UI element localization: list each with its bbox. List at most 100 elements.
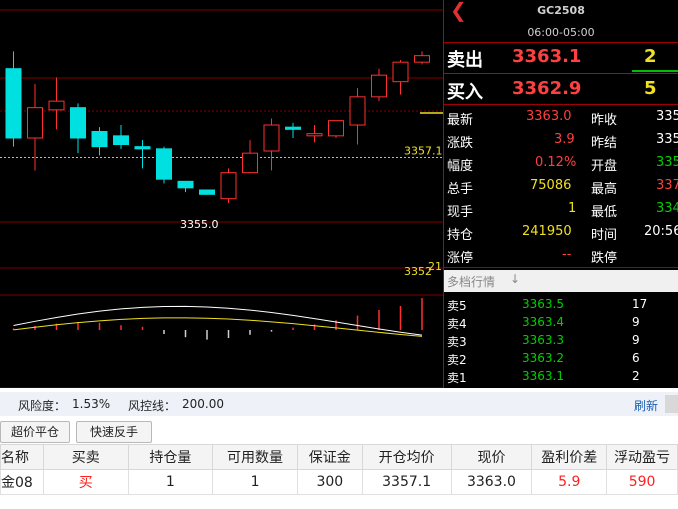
candle-body [306,133,323,137]
depth-label: 卖3 [447,335,467,349]
quote-row-pct: 幅度 0.12% 开盘 335 [444,152,678,175]
limit-up-label: 涨停 [447,251,474,266]
candle-body [177,180,194,189]
high-value: 337 [656,178,678,193]
risk-bar: 风险度： 1.53% 风控线： 200.00 刷新 [0,392,678,416]
latest-value: 3363.0 [526,109,572,124]
high-label: 最高 [591,182,618,197]
risk-ratio-value: 1.53% [72,397,111,411]
risk-line-label: 风控线： [128,399,177,413]
bottom-price-suffix: 21 [428,260,442,273]
current-value: 1 [568,201,577,216]
cell-name: 金08 [0,469,44,495]
candle-body [156,148,172,180]
candle-body [113,135,129,145]
double-chevron-down-icon[interactable]: ↓ [510,272,520,286]
limit-up-value: -- [562,247,572,262]
ask-price: 3363.1 [512,46,582,67]
col-open-avg[interactable]: 开仓均价 [361,444,452,470]
volume-label: 总手 [447,182,474,197]
symbol-code: GC2508 [537,4,585,17]
candle-body [220,172,237,200]
depth-row[interactable]: 卖1 3363.1 2 [444,368,678,386]
depth-row[interactable]: 卖4 3363.4 9 [444,314,678,332]
prev-close-label: 昨收 [591,113,618,128]
depth-row[interactable]: 卖3 3363.3 9 [444,332,678,350]
session-hours: 06:00-05:00 [527,26,595,39]
refresh-link[interactable]: 刷新 [634,397,658,414]
oi-value: 241950 [522,224,572,239]
change-label: 涨跌 [447,136,474,151]
ask-row[interactable]: 卖出 3363.1 2 [444,46,678,71]
depth-label: 卖2 [447,353,467,367]
cell-current: 3363.0 [450,469,533,495]
low-value: 334 [656,201,678,216]
candle-body [199,189,215,195]
divider [444,267,678,268]
col-side[interactable]: 买卖 [42,444,129,470]
depth-label: 卖1 [447,371,467,385]
col-pnl-diff[interactable]: 盈利价差 [531,444,608,470]
col-float-pnl[interactable]: 浮动盈亏 [606,444,678,470]
cell-margin: 300 [296,469,363,495]
pct-value: 0.12% [535,155,577,170]
prev-settle-label: 昨结 [591,136,618,151]
time-label: 时间 [591,228,618,243]
volume-value: 75086 [530,178,572,193]
depth-qty: 6 [632,351,640,365]
col-current[interactable]: 现价 [450,444,533,470]
depth-price: 3363.4 [522,315,564,329]
depth-row[interactable]: 卖5 3363.5 17 [444,296,678,314]
quote-row-current: 现手 1 最低 334 [444,198,678,221]
col-available[interactable]: 可用数量 [212,444,298,470]
candle-body [242,152,258,174]
position-area: 风险度： 1.53% 风控线： 200.00 刷新 超价平仓 快速反手 名称 买… [0,388,678,509]
candle-body [91,131,108,148]
positions-header-row: 名称 买卖 持仓量 可用数量 保证金 开仓均价 现价 盈利价差 浮动盈亏 [0,444,678,470]
quote-row-volume: 总手 75086 最高 337 [444,175,678,198]
candle-body [371,74,387,98]
reverse-button[interactable]: 快速反手 [76,421,152,443]
candle-body [414,55,430,63]
open-label: 开盘 [591,159,618,174]
candle-body [285,126,301,130]
cell-available: 1 [212,469,298,495]
divider [444,104,678,105]
positions-table: 名称 买卖 持仓量 可用数量 保证金 开仓均价 现价 盈利价差 浮动盈亏 金08… [0,444,678,495]
prev-settle-value: 335 [656,132,678,147]
candle-body [134,146,151,150]
scrollbar-thumb[interactable] [665,395,678,413]
candle-body [5,68,22,139]
divider [444,73,678,74]
depth-qty: 9 [632,315,640,329]
table-row[interactable]: 金08 买 1 1 300 3357.1 3363.0 5.9 590 [0,469,678,495]
oi-label: 持仓 [447,228,474,243]
depth-price: 3363.2 [522,351,564,365]
market-close-button[interactable]: 超价平仓 [0,421,70,443]
quote-panel: ❮ GC2508 06:00-05:00 卖出 3363.1 2 买入 3362… [444,0,678,388]
bid-label: 买入 [447,82,483,103]
depth-row[interactable]: 卖2 3363.2 6 [444,350,678,368]
candle-body [70,107,86,139]
col-margin[interactable]: 保证金 [296,444,363,470]
low-label: 最低 [591,205,618,220]
bid-size: 5 [644,78,657,99]
cell-position: 1 [127,469,214,495]
bid-row[interactable]: 买入 3362.9 5 [444,78,678,103]
low-price-label: 3355.0 [180,218,219,231]
depth-header[interactable]: 多档行情 ↓ [444,270,678,292]
depth-price: 3363.5 [522,297,564,311]
kline-chart[interactable]: 3357.1 3355.0 3352 21 [0,0,444,388]
ask-label: 卖出 [447,50,483,71]
risk-ratio-label: 风险度： [18,399,67,413]
cell-float-pnl: 590 [606,469,678,495]
col-name[interactable]: 名称 [0,444,44,470]
quote-row-oi: 持仓 241950 时间 20:56 [444,221,678,244]
cell-open-avg: 3357.1 [361,469,452,495]
divider [444,42,678,43]
col-position[interactable]: 持仓量 [127,444,214,470]
depth-label: 卖4 [447,317,467,331]
cell-side: 买 [42,469,129,495]
dea-line [13,317,423,337]
avg-price-label: 3357.1 [404,145,443,158]
